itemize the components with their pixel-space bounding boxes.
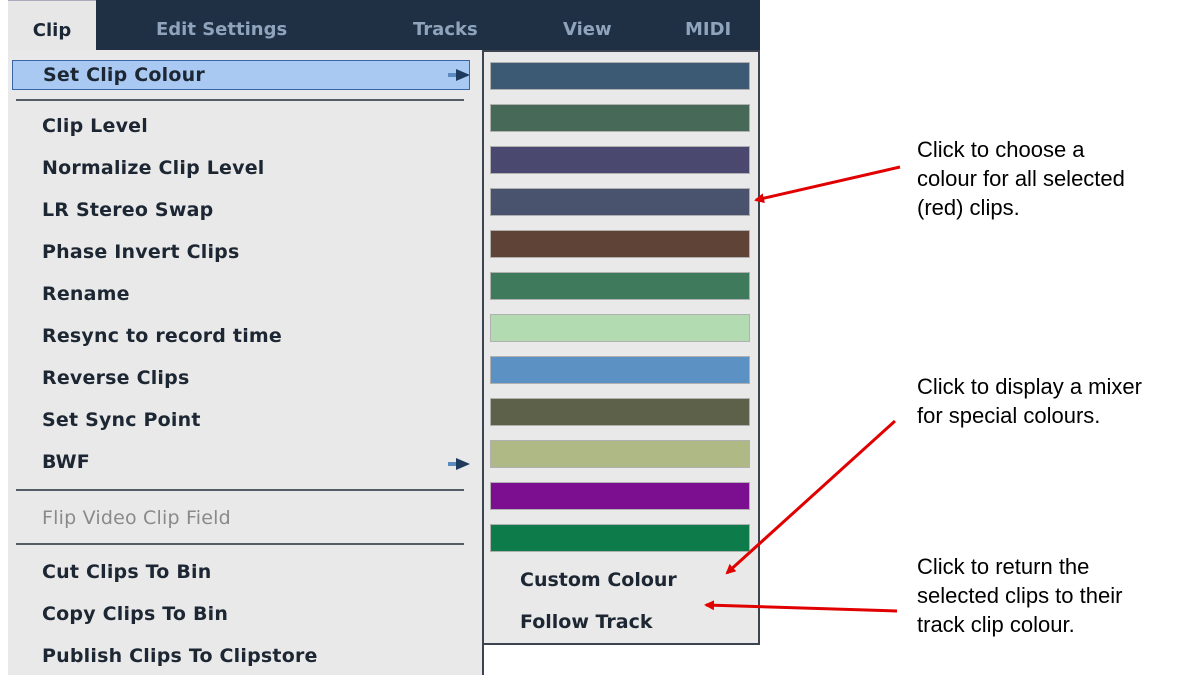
arrow-to-swatches: [754, 165, 901, 204]
arrow-to-custom-colour: [725, 419, 897, 575]
arrow-to-follow-track: [704, 600, 898, 613]
annotation-arrows: [704, 165, 901, 613]
